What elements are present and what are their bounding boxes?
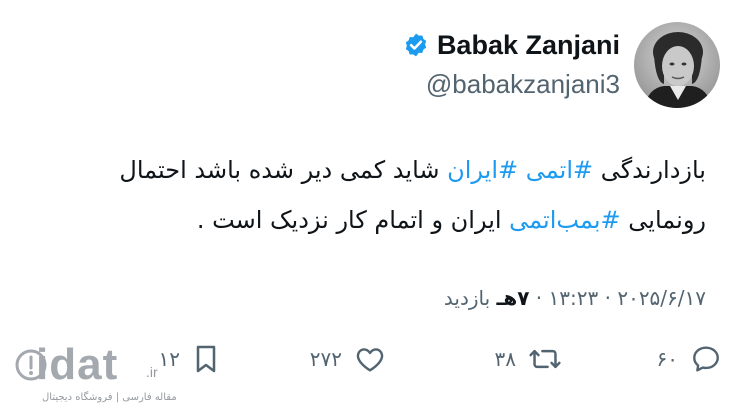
like-count: ۲۷۲ [309,347,342,371]
retweet-count: ۳۸ [494,347,516,371]
like-button[interactable]: ۲۷۲ [310,337,386,381]
watermark-subtitle: مقاله فارسی | فروشگاه دیجیتال [42,392,177,403]
portrait-icon [634,22,720,108]
site-watermark: idat .ir مقاله فارسی | فروشگاه دیجیتال [14,340,214,410]
views-label: بازدید [443,286,497,310]
retweet-button[interactable]: ۳۸ [495,337,562,381]
meta-separator: · [529,286,549,310]
tweet-header: Babak Zanjani @babakzanjani3 [403,22,720,108]
heart-icon [356,348,384,372]
tweet-line-1: بازدارندگی #اتمی #ایران شاید کمی دیر شده… [16,145,706,195]
hashtag-link[interactable]: #بمب‌اتمی [509,206,620,234]
name-row: Babak Zanjani [403,29,620,61]
tweet-time[interactable]: ۱۳:۲۳ [549,286,599,310]
hashtag-link[interactable]: #ایران [447,156,518,184]
tweet-date[interactable]: ۲۰۲۵/۶/۱۷ [617,286,706,310]
watermark-tld: .ir [146,364,158,380]
reply-button[interactable]: ۶۰ [657,337,722,381]
tweet-meta: ۲۰۲۵/۶/۱۷ · ۱۳:۲۳ · ۷هـ بازدید [444,282,706,314]
text-segment [518,156,526,184]
text-segment: رونمایی [620,206,706,234]
views-count: ۷هـ [496,286,530,310]
text-segment: شاید کمی دیر شده باشد احتمال [119,156,448,184]
reply-icon [693,346,719,372]
verified-badge-icon [405,33,427,57]
user-handle[interactable]: @babakzanjani3 [426,67,620,101]
watermark-text: idat [36,340,119,389]
text-segment: بازدارندگی [593,156,706,184]
reply-count: ۶۰ [656,347,678,371]
tweet-text: بازدارندگی #اتمی #ایران شاید کمی دیر شده… [16,145,706,245]
hashtag-link[interactable]: #اتمی [526,156,593,184]
meta-separator: · [598,286,618,310]
retweet-icon [529,349,561,369]
display-name[interactable]: Babak Zanjani [437,29,620,61]
text-segment: ایران و اتمام کار نزدیک است . [196,206,510,234]
tweet-line-2: رونمایی #بمب‌اتمی ایران و اتمام کار نزدی… [16,195,706,245]
avatar[interactable] [634,22,720,108]
author-names: Babak Zanjani @babakzanjani3 [403,29,620,101]
